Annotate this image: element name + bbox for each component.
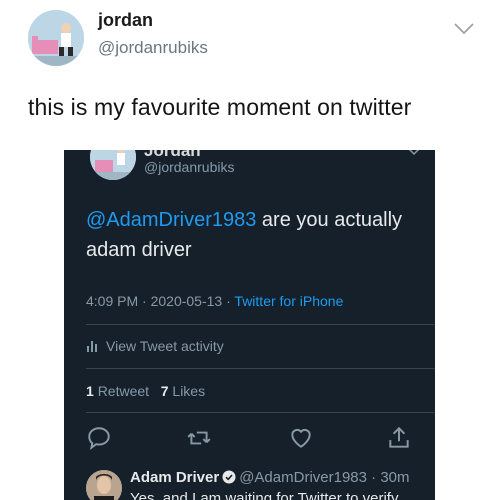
outer-handle[interactable]: @jordanrubiks [98,38,208,58]
tweet-source[interactable]: Twitter for iPhone [234,293,343,309]
meta-separator: · [371,469,377,486]
embedded-tweet-text: @AdamDriver1983 are you actually adam dr… [86,205,416,265]
reply-button[interactable] [86,425,112,451]
like-icon [291,428,311,448]
divider [86,368,435,369]
likes-stat[interactable]: 7 Likes [161,383,205,399]
bar-chart-icon [87,341,97,352]
tweet-meta: 4:09 PM · 2020-05-13 · Twitter for iPhon… [86,293,343,309]
reply-avatar[interactable] [86,470,122,500]
chevron-down-icon[interactable] [453,22,475,36]
inner-avatar[interactable] [90,150,136,180]
mention-link[interactable]: @AdamDriver1983 [86,209,256,231]
reply-handle[interactable]: @AdamDriver1983 [239,469,367,486]
outer-avatar[interactable] [28,10,84,66]
reply-text: Yes, and I am waiting for Twitter to ver… [130,490,399,500]
divider [86,324,435,325]
reply-tweet[interactable]: Adam Driver @AdamDriver1983 · 30m Yes, an… [86,469,435,500]
embedded-tweet-screenshot: Jordan @jordanrubiks @AdamDriver1983 are… [64,150,435,500]
verified-icon [222,470,236,484]
retweets-stat[interactable]: 1 Retweet [86,383,149,399]
like-button[interactable] [288,425,314,451]
tweet-date[interactable]: 2020-05-13 [151,293,223,309]
divider [86,412,435,413]
reply-display-name[interactable]: Adam Driver [130,469,219,486]
meta-separator: · [142,293,147,309]
tweet-time[interactable]: 4:09 PM [86,293,138,309]
reply-age[interactable]: 30m [380,469,409,486]
retweets-count: 1 [86,383,94,399]
tweet-stats: 1 Retweet 7 Likes [86,383,205,399]
meta-separator: · [226,293,231,309]
view-tweet-activity[interactable]: View Tweet activity [86,338,224,354]
reply-icon [88,427,110,451]
retweets-label: Retweet [97,383,150,399]
likes-label: Likes [172,383,206,399]
retweet-button[interactable] [186,425,212,451]
outer-tweet-text: this is my favourite moment on twitter [28,94,412,120]
inner-handle[interactable]: @jordanrubiks [144,159,234,175]
share-button[interactable] [386,425,412,451]
share-icon [389,426,409,448]
reply-header: Adam Driver @AdamDriver1983 · 30m [130,469,410,486]
outer-display-name[interactable]: jordan [98,10,153,31]
inner-chevron-down-icon[interactable] [408,150,420,156]
retweet-icon [187,431,211,445]
tweet-actions [86,425,416,455]
likes-count: 7 [160,383,169,399]
activity-label: View Tweet activity [106,338,224,354]
